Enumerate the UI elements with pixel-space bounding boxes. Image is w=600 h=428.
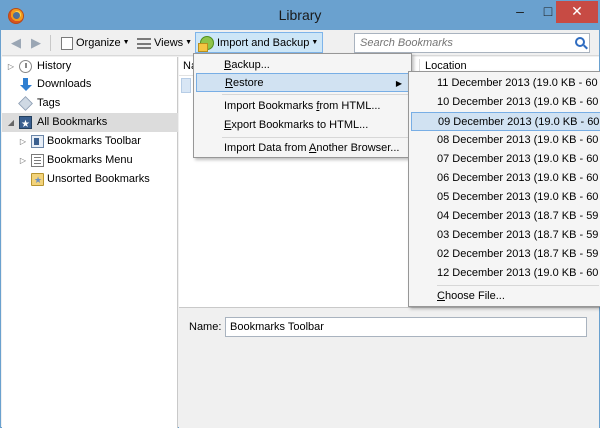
details-panel: Name: Bookmarks Toolbar [179,309,599,428]
menu-item-label: hoose File... [444,290,505,302]
sidebar-item-bookmarks-toolbar[interactable]: ▷ Bookmarks Toolbar [2,132,178,151]
menu-item-label: Import Bookmarks [224,100,317,112]
downloads-icon [19,78,32,91]
restore-backup-item[interactable]: 10 December 2013 (19.0 KB - 60 items) [411,93,600,112]
unsorted-bookmarks-icon [31,171,44,190]
restore-backup-item[interactable]: 05 December 2013 (19.0 KB - 60 items) [411,188,600,207]
views-icon [137,37,151,49]
minimize-button[interactable]: – [506,1,534,23]
organize-button[interactable]: Organize ▼ [57,33,134,53]
chevron-down-icon: ▼ [311,39,319,47]
library-window: Library – □ ✕ ◀ ▶ Organize ▼ Views ▼ Impor… [0,0,600,428]
views-button[interactable]: Views ▼ [133,33,196,53]
chevron-down-icon: ▼ [122,39,130,47]
restore-backup-item[interactable]: 07 December 2013 (19.0 KB - 60 items) [411,150,600,169]
menu-separator [437,285,599,286]
menu-item-restore[interactable]: Restore ▶ [196,73,409,92]
restore-backup-item[interactable]: 08 December 2013 (19.0 KB - 60 items) [411,131,600,150]
submenu-arrow-icon: ▶ [395,79,402,88]
restore-backup-item[interactable]: 06 December 2013 (19.0 KB - 60 items) [411,169,600,188]
toolbar-divider [50,35,51,51]
history-icon [19,60,32,73]
name-field[interactable]: Bookmarks Toolbar [225,317,587,337]
restore-backup-item[interactable]: 11 December 2013 (19.0 KB - 60 items) [411,74,600,93]
sidebar-item-label: Bookmarks Toolbar [47,135,141,147]
restore-submenu: 11 December 2013 (19.0 KB - 60 items) 10… [408,71,600,307]
accelerator-key: R [225,77,233,89]
sidebar-item-label: History [37,60,72,72]
expand-arrow-icon[interactable]: ▷ [6,57,16,76]
search-box[interactable] [354,33,590,53]
import-backup-menu: Backup... Restore ▶ Import Bookmarks from… [193,53,412,158]
sidebar-item-bookmarks-menu[interactable]: ▷ Bookmarks Menu [2,151,178,170]
menu-item-export-html[interactable]: Export Bookmarks to HTML... [196,116,409,135]
menu-item-label: rom HTML... [319,100,381,112]
sidebar-item-label: Unsorted Bookmarks [47,173,150,185]
sidebar-item-label: Tags [37,97,61,109]
restore-backup-item[interactable]: 03 December 2013 (18.7 KB - 59 items) [411,226,600,245]
menu-item-label: xport Bookmarks to HTML... [231,119,369,131]
sidebar-item-history[interactable]: ▷ History [2,57,178,76]
menu-item-label: ackup... [231,59,270,71]
restore-backup-item[interactable]: 09 December 2013 (19.0 KB - 60 items) [411,112,600,131]
menu-item-label: Import Data from [224,142,309,154]
close-button[interactable]: ✕ [556,1,598,23]
name-label: Name: [189,321,222,333]
sidebar-item-downloads[interactable]: Downloads [2,75,178,94]
organize-label: Organize [76,37,121,49]
forward-arrow-icon[interactable]: ▶ [28,35,44,51]
title-bar[interactable]: Library – □ ✕ [1,1,599,30]
sidebar-item-label: All Bookmarks [37,116,108,128]
sidebar-item-tags[interactable]: Tags [2,94,178,113]
menu-item-label: nother Browser... [316,142,400,154]
chevron-down-icon: ▼ [185,39,193,47]
restore-backup-item[interactable]: 12 December 2013 (19.0 KB - 60 items) [411,264,600,283]
back-arrow-icon[interactable]: ◀ [8,35,24,51]
organize-icon [61,36,73,50]
expand-arrow-icon[interactable]: ▷ [18,151,28,170]
import-backup-label: Import and Backup [217,37,310,49]
restore-backup-item[interactable]: 02 December 2013 (18.7 KB - 59 items) [411,245,600,264]
sidebar-tree: ▷ History Downloads Tags ◢ All Bookmarks… [2,57,178,428]
menu-separator [222,137,408,138]
collapse-arrow-icon[interactable]: ◢ [6,113,16,132]
sidebar-item-unsorted-bookmarks[interactable]: Unsorted Bookmarks [2,170,178,190]
all-bookmarks-icon [19,115,32,134]
menu-item-import-browser[interactable]: Import Data from Another Browser... [196,139,409,158]
expand-arrow-icon[interactable]: ▷ [18,132,28,151]
menu-item-label: estore [232,77,264,89]
sidebar-item-label: Bookmarks Menu [47,154,133,166]
search-icon[interactable] [575,37,585,47]
views-label: Views [154,37,184,49]
tags-icon [18,96,33,111]
bookmarks-menu-icon [31,154,44,167]
search-input[interactable] [358,35,568,51]
sidebar-item-label: Downloads [37,78,92,90]
menu-separator [222,94,408,95]
accelerator-key: C [437,290,445,302]
table-row[interactable] [181,78,191,93]
import-backup-button[interactable]: Import and Backup ▼ [195,32,324,53]
import-backup-icon [198,36,214,53]
bookmarks-toolbar-icon [31,135,44,148]
sidebar-item-all-bookmarks[interactable]: ◢ All Bookmarks [2,113,178,134]
restore-backup-item[interactable]: 04 December 2013 (18.7 KB - 59 items) [411,207,600,226]
menu-item-import-html[interactable]: Import Bookmarks from HTML... [196,97,409,116]
menu-item-choose-file[interactable]: Choose File... [411,287,600,306]
